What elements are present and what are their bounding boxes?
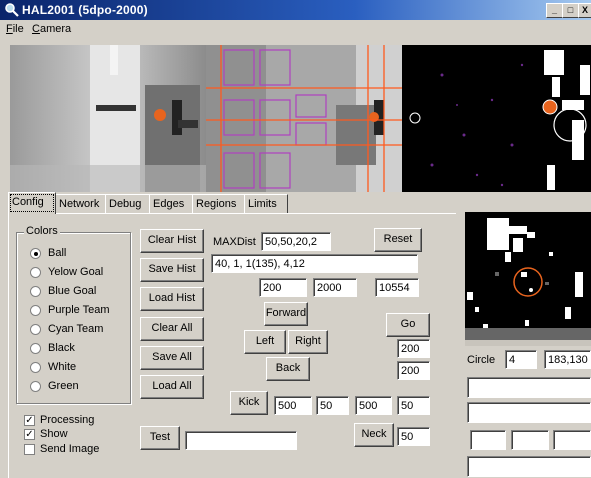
circle-value-input[interactable]: 4	[505, 350, 537, 369]
kick-input-1[interactable]: 500	[274, 396, 312, 415]
detail-scrollbar[interactable]	[465, 340, 591, 346]
clear-hist-button[interactable]: Clear Hist	[140, 229, 204, 253]
forward-button[interactable]: Forward	[264, 302, 308, 326]
save-hist-button[interactable]: Save Hist	[140, 258, 204, 282]
menu-file[interactable]: File	[6, 23, 24, 35]
hist-params-input[interactable]: 40, 1, 1(135), 4,12	[211, 254, 418, 273]
maxdist-label: MAXDist	[213, 236, 256, 248]
back-button[interactable]: Back	[266, 357, 310, 381]
right-output-2[interactable]	[467, 402, 591, 423]
test-input[interactable]	[185, 431, 297, 450]
value-input-2[interactable]: 2000	[313, 278, 357, 297]
load-all-button[interactable]: Load All	[140, 375, 204, 399]
value-input-3[interactable]: 10554	[375, 278, 419, 297]
circle-label: Circle	[467, 354, 496, 366]
tab-limits[interactable]: Limits	[244, 194, 288, 214]
go-input-b[interactable]: 200	[397, 361, 430, 380]
right-small-input-1[interactable]	[470, 430, 506, 450]
right-output-3[interactable]	[467, 456, 591, 477]
clear-all-button[interactable]: Clear All	[140, 317, 204, 341]
right-button[interactable]: Right	[288, 330, 328, 354]
left-button[interactable]: Left	[244, 330, 286, 354]
tab-regions[interactable]: Regions	[192, 194, 247, 214]
neck-input[interactable]: 50	[397, 427, 430, 446]
colors-group-title: Colors	[24, 225, 60, 237]
window-title: HAL2001 (5dpo-2000)	[22, 3, 148, 17]
kick-button[interactable]: Kick	[230, 391, 268, 415]
right-small-input-3[interactable]	[553, 430, 591, 450]
neck-button[interactable]: Neck	[354, 423, 394, 447]
kick-input-4[interactable]: 50	[397, 396, 430, 415]
maxdist-input[interactable]: 50,50,20,2	[261, 232, 331, 251]
tab-edges[interactable]: Edges	[149, 194, 195, 214]
kick-input-3[interactable]: 500	[355, 396, 392, 415]
circle-coords-input[interactable]: 183,130	[544, 350, 591, 369]
right-small-input-2[interactable]	[511, 430, 549, 450]
ball-detail-view	[465, 212, 591, 340]
menu-bar: File Camera	[0, 20, 591, 40]
maximize-button[interactable]: □	[562, 3, 579, 18]
test-button[interactable]: Test	[140, 426, 180, 450]
go-input-a[interactable]: 200	[397, 339, 430, 358]
go-button[interactable]: Go	[386, 313, 430, 337]
right-output-1[interactable]	[467, 377, 591, 398]
camera-view-regions[interactable]	[206, 45, 402, 192]
title-bar: HAL2001 (5dpo-2000) _ □ X	[0, 0, 591, 20]
tab-debug[interactable]: Debug	[105, 194, 152, 214]
save-all-button[interactable]: Save All	[140, 346, 204, 370]
minimize-button[interactable]: _	[546, 3, 563, 18]
tab-config[interactable]: Config	[8, 192, 56, 214]
reset-button[interactable]: Reset	[374, 228, 422, 252]
tab-network[interactable]: Network	[55, 194, 107, 214]
camera-view-raw[interactable]	[10, 45, 206, 192]
value-input-1[interactable]: 200	[259, 278, 307, 297]
kick-input-2[interactable]: 50	[316, 396, 349, 415]
magnifier-app-icon	[5, 3, 19, 17]
close-button[interactable]: X	[578, 3, 591, 18]
menu-camera[interactable]: Camera	[32, 23, 71, 35]
camera-view-segmented[interactable]	[402, 45, 591, 192]
load-hist-button[interactable]: Load Hist	[140, 287, 204, 311]
